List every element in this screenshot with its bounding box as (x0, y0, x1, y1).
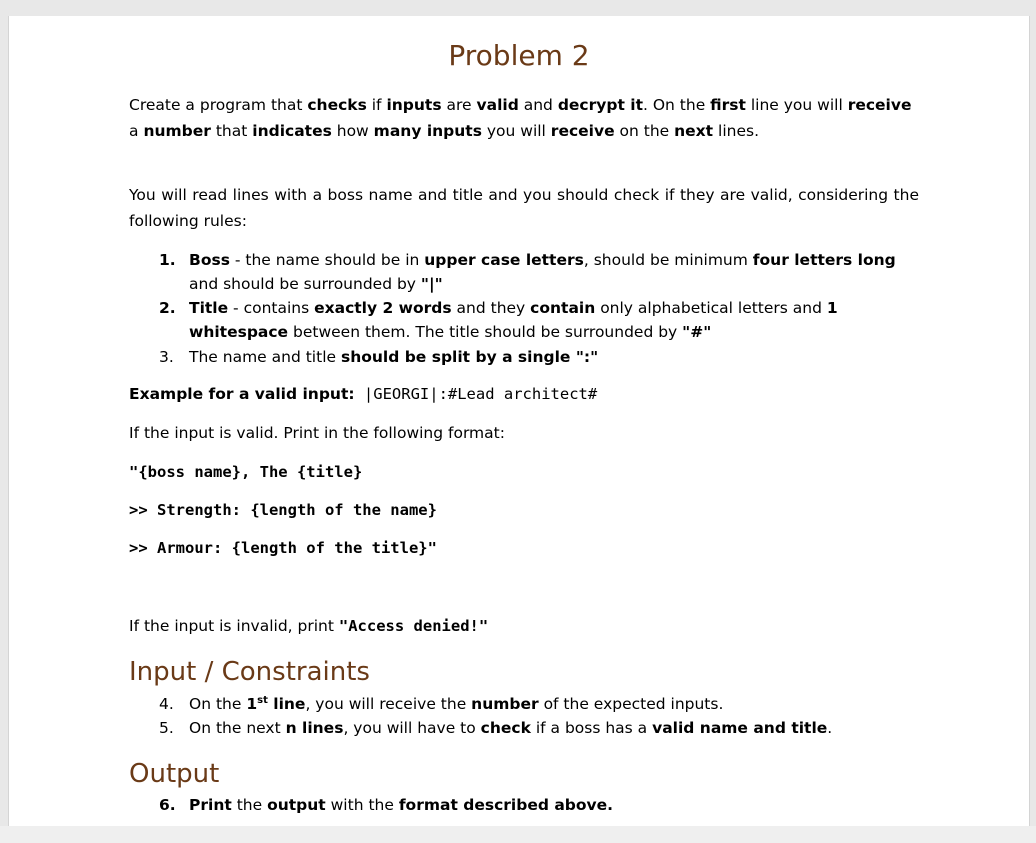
intro-paragraph: Create a program that checks if inputs a… (129, 92, 919, 144)
document-page: Problem 2 Create a program that checks i… (8, 16, 1030, 826)
bold-text: "|" (420, 275, 443, 293)
text: lines. (713, 122, 759, 140)
bold-text: Boss (189, 251, 230, 269)
input-constraints-heading: Input / Constraints (129, 657, 370, 687)
bold-text: indicates (252, 122, 332, 140)
text: , you will receive the (305, 695, 472, 713)
example-line: Example for a valid input: |GEORGI|:#Lea… (129, 381, 919, 407)
superscript: st (257, 694, 268, 706)
bold-text: line (267, 695, 306, 713)
bold-text: receive (847, 96, 912, 114)
bold-text: "#" (682, 323, 712, 341)
rule-item-split: 3. The name and title should be split by … (159, 345, 899, 369)
bold-text: receive (550, 122, 615, 140)
text: that (210, 122, 253, 140)
format-line-3: >> Armour: {length of the title}" (129, 539, 437, 557)
bold-text: contain (530, 299, 596, 317)
bold-text: check (480, 719, 531, 737)
list-number: 1. (159, 251, 176, 269)
text: are (441, 96, 477, 114)
rule-item-title: 2. Title - contains exactly 2 words and t… (159, 296, 899, 344)
text: The name and title (189, 348, 341, 366)
format-line-1: "{boss name}, The {title} (129, 463, 363, 481)
bold-text: four letters long (752, 251, 896, 269)
bold-text: valid (476, 96, 519, 114)
page-title: Problem 2 (448, 39, 590, 72)
bold-text: Title (189, 299, 229, 317)
text: you will (481, 122, 551, 140)
example-label: Example for a valid input: (129, 385, 355, 403)
bold-text: next (674, 122, 714, 140)
window-bottom-bar (0, 826, 1036, 843)
text: between them. The title should be surrou… (288, 323, 683, 341)
rule-item-boss: 1. Boss - the name should be in upper cas… (159, 248, 899, 296)
text: line you will (745, 96, 848, 114)
bold-text: n lines (285, 719, 344, 737)
text: and (518, 96, 558, 114)
output-heading: Output (129, 759, 220, 789)
bold-text: ":" (575, 348, 599, 366)
text: , you will have to (343, 719, 481, 737)
bold-text: should be split by a single (340, 348, 576, 366)
text: On the (189, 695, 247, 713)
text: - the name should be in (229, 251, 425, 269)
bold-text: number (471, 695, 539, 713)
text: a (129, 122, 144, 140)
input-item-2: 5. On the next n lines, you will have to … (159, 716, 899, 740)
text: how (331, 122, 374, 140)
bold-text: output (267, 796, 326, 814)
bold-text: valid name and title (652, 719, 828, 737)
valid-format-paragraph: If the input is valid. Print in the foll… (129, 424, 505, 442)
text: with the (325, 796, 399, 814)
rules-intro-paragraph: You will read lines with a boss name and… (129, 186, 919, 230)
text: On the next (189, 719, 286, 737)
list-number: 2. (159, 299, 176, 317)
list-number: 5. (159, 719, 174, 737)
text: if (366, 96, 387, 114)
bold-text: exactly 2 words (314, 299, 452, 317)
bold-text: first (710, 96, 746, 114)
bold-text: checks (307, 96, 367, 114)
text: If the input is invalid, print (129, 617, 339, 635)
text: the (231, 796, 268, 814)
example-code: |GEORGI|:#Lead architect# (354, 385, 598, 403)
bold-text: many inputs (373, 122, 482, 140)
list-number: 3. (159, 348, 174, 366)
text: only alphabetical letters and (595, 299, 827, 317)
bold-text: upper case letters (424, 251, 584, 269)
text: , should be minimum (583, 251, 753, 269)
text: . On the (642, 96, 711, 114)
text: on the (614, 122, 675, 140)
list-number: 4. (159, 695, 174, 713)
bold-text: decrypt it (557, 96, 643, 114)
bold-text: Print (189, 796, 232, 814)
input-item-1: 4. On the 1st line, you will receive the … (159, 692, 899, 716)
text: and they (451, 299, 531, 317)
bold-text: inputs (386, 96, 442, 114)
bold-text: format described above. (398, 796, 614, 814)
text: Create a program that (129, 96, 308, 114)
text: of the expected inputs. (538, 695, 724, 713)
text: . (827, 719, 833, 737)
list-number: 6. (159, 796, 176, 814)
text: if a boss has a (530, 719, 653, 737)
format-line-2: >> Strength: {length of the name} (129, 501, 437, 519)
bold-text: number (143, 122, 211, 140)
text: - contains (228, 299, 315, 317)
invalid-paragraph: If the input is invalid, print "Access d… (129, 613, 919, 639)
bold-text: 1 (246, 695, 258, 713)
output-item-1: 6. Print the output with the format descr… (159, 793, 899, 817)
code-text: "Access denied!" (338, 617, 489, 635)
text: and should be surrounded by (189, 275, 421, 293)
